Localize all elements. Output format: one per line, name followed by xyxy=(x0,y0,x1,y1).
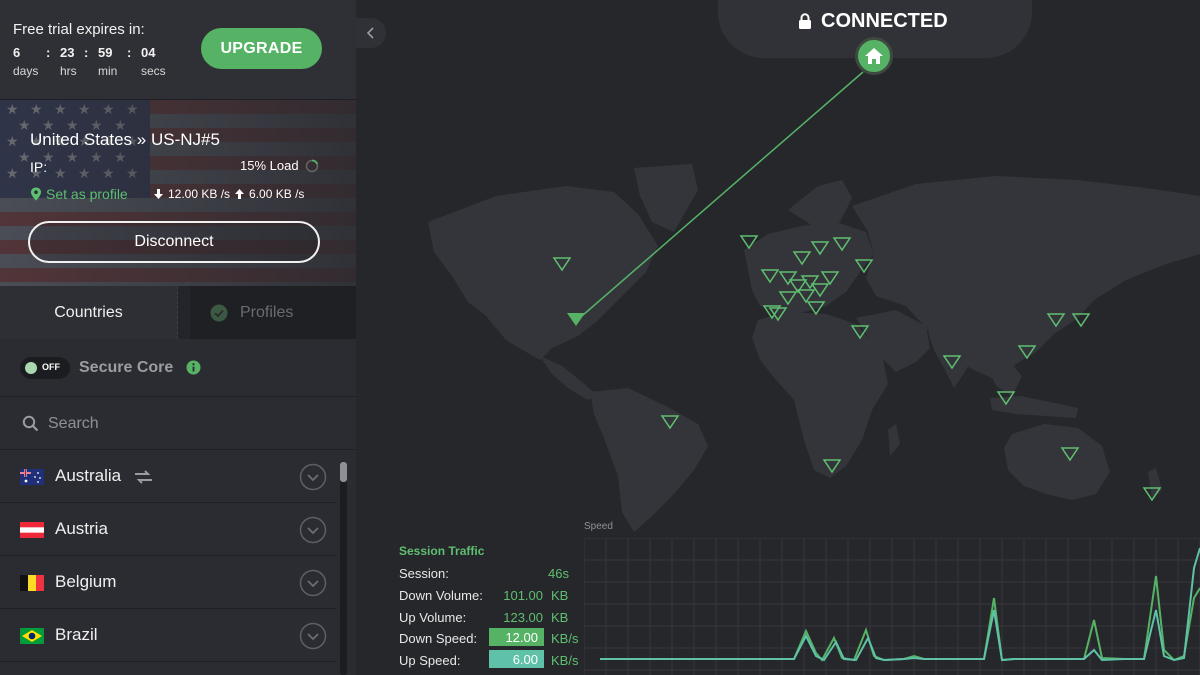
down-speed-line xyxy=(600,575,1200,662)
separator: : xyxy=(127,45,132,60)
country-list-scrollbar[interactable] xyxy=(337,450,356,675)
chevron-down-icon[interactable] xyxy=(299,463,327,491)
server-name: United States » US-NJ#5 xyxy=(30,130,220,149)
down-speed: 12.00 KB /s xyxy=(168,187,231,201)
trial-days: 6 xyxy=(13,45,21,60)
arrow-up-icon xyxy=(235,189,245,199)
lock-icon xyxy=(799,13,811,29)
separator: : xyxy=(46,45,51,60)
home-icon xyxy=(865,48,883,64)
chart-grid xyxy=(584,538,1200,675)
info-icon[interactable] xyxy=(186,360,201,375)
days-label: days xyxy=(13,64,39,78)
sidebar: Free trial expires in: 6 : 23 : 59 : 04 … xyxy=(0,0,356,675)
chevron-down-icon[interactable] xyxy=(299,569,327,597)
austria-flag-icon xyxy=(20,522,44,538)
up-volume-label: Up Volume: xyxy=(399,610,467,625)
up-speed: 6.00 KB /s xyxy=(249,187,305,201)
secs-label: secs xyxy=(141,64,166,78)
down-volume-unit: KB xyxy=(551,588,569,603)
secure-core-label: Secure Core xyxy=(79,359,174,376)
trial-banner: Free trial expires in: 6 : 23 : 59 : 04 … xyxy=(0,0,356,100)
session-value: 46s xyxy=(548,566,569,581)
set-as-profile-link[interactable]: Set as profile xyxy=(30,186,128,202)
australia-flag-icon xyxy=(20,469,44,485)
scroll-thumb[interactable] xyxy=(340,462,347,482)
up-speed-label: Up Speed: xyxy=(399,653,461,668)
up-volume-value: 123.00 xyxy=(503,610,543,625)
toggle-state: OFF xyxy=(42,362,60,372)
load-ring-icon xyxy=(305,159,318,172)
trial-minutes: 59 xyxy=(98,45,113,60)
session-label: Session: xyxy=(399,566,449,581)
brazil-flag-icon xyxy=(20,628,44,644)
chevron-down-icon[interactable] xyxy=(299,516,327,544)
collapse-sidebar-button[interactable] xyxy=(356,18,386,48)
tab-profiles-label: Profiles xyxy=(240,303,294,321)
location-pin-icon xyxy=(31,187,41,201)
connected-server-card: ★★★★★★ ★★★★★ ★★★★★★ ★★★★★ ★★★★★★ United … xyxy=(0,100,356,286)
up-volume-unit: KB xyxy=(551,610,569,625)
trial-seconds: 04 xyxy=(141,45,156,60)
session-traffic-panel: Session Traffic Session: 46s Down Volume… xyxy=(399,542,589,675)
down-speed-label: Down Speed: xyxy=(399,631,478,646)
status-label: CONNECTED xyxy=(821,10,948,32)
world-map-panel: CONNECTED Session Traffic Session: 46s D… xyxy=(356,0,1200,675)
tab-bar: Countries Profiles xyxy=(0,286,356,339)
speed-chart xyxy=(584,538,1200,675)
server-load: 15% Load xyxy=(240,158,319,173)
country-row-australia[interactable]: Australia xyxy=(0,450,337,503)
down-volume-label: Down Volume: xyxy=(399,588,483,603)
disconnect-button[interactable]: Disconnect xyxy=(28,221,320,263)
down-speed-value: 12.00 xyxy=(489,628,544,646)
check-circle-icon xyxy=(210,304,228,321)
down-volume-row: Down Volume: 101.00 KB xyxy=(399,585,589,605)
tab-countries[interactable]: Countries xyxy=(0,286,178,339)
continents xyxy=(428,164,1200,532)
load-text: 15% Load xyxy=(240,158,299,173)
p2p-arrows-icon xyxy=(135,470,152,484)
down-speed-unit: KB/s xyxy=(551,631,579,646)
toggle-knob xyxy=(25,362,37,374)
set-as-profile-label: Set as profile xyxy=(46,186,128,202)
secure-core-row: OFF Secure Core xyxy=(0,339,356,397)
ip-label: IP: xyxy=(30,159,48,175)
traffic-title: Session Traffic xyxy=(399,544,485,558)
arrow-down-icon xyxy=(154,189,163,199)
connection-status: CONNECTED xyxy=(798,10,948,33)
search-icon xyxy=(22,415,39,432)
up-volume-row: Up Volume: 123.00 KB xyxy=(399,607,589,627)
search-bar xyxy=(0,398,356,450)
country-name: Belgium xyxy=(55,572,117,591)
country-name: Brazil xyxy=(55,625,98,644)
search-input[interactable] xyxy=(48,411,328,437)
separator: : xyxy=(84,45,89,60)
country-name: Australia xyxy=(55,466,122,485)
speed-chart-label: Speed xyxy=(584,521,613,532)
upgrade-button[interactable]: UPGRADE xyxy=(201,28,322,69)
belgium-flag-icon xyxy=(20,575,44,591)
down-speed-row: Down Speed: 12.00 KB/s xyxy=(399,628,589,648)
secure-core-toggle[interactable]: OFF xyxy=(20,357,70,379)
country-row-belgium[interactable]: Belgium xyxy=(0,556,337,609)
session-row: Session: 46s xyxy=(399,563,589,583)
country-row-austria[interactable]: Austria xyxy=(0,503,337,556)
trial-title: Free trial expires in: xyxy=(13,21,145,38)
country-row-brazil[interactable]: Brazil xyxy=(0,609,337,662)
up-speed-value: 6.00 xyxy=(489,650,544,668)
tab-profiles[interactable]: Profiles xyxy=(190,286,356,339)
chevron-down-icon[interactable] xyxy=(299,622,327,650)
hrs-label: hrs xyxy=(60,64,77,78)
down-volume-value: 101.00 xyxy=(503,588,543,603)
trial-hours: 23 xyxy=(60,45,75,60)
up-speed-row: Up Speed: 6.00 KB/s xyxy=(399,650,589,670)
up-speed-unit: KB/s xyxy=(551,653,579,668)
home-location-pin[interactable] xyxy=(855,37,893,75)
country-name: Austria xyxy=(55,519,108,538)
min-label: min xyxy=(98,64,118,78)
current-speeds: 12.00 KB /s 6.00 KB /s xyxy=(153,187,304,201)
scroll-track xyxy=(340,462,347,675)
chevron-left-icon xyxy=(366,27,374,39)
